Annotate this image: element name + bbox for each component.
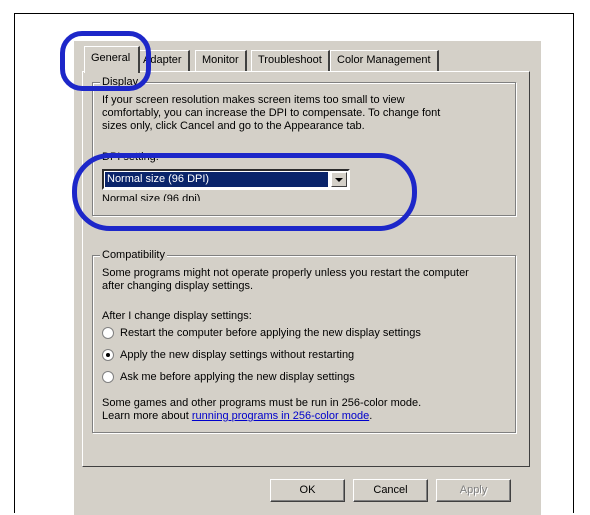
radio-apply-button[interactable] <box>102 349 114 361</box>
after-change-label: After I change display settings: <box>102 310 252 322</box>
radio-restart-button[interactable] <box>102 327 114 339</box>
highlight-dpi-setting <box>72 153 417 231</box>
display-properties-dialog: Adapter Monitor Troubleshoot Color Manag… <box>73 40 541 515</box>
compatibility-description: Some programs might not operate properly… <box>102 267 469 292</box>
learn-more-link[interactable]: running programs in 256-color mode <box>192 410 369 422</box>
tab-page-general: Display If your screen resolution makes … <box>82 71 530 467</box>
ok-button[interactable]: OK <box>270 479 345 502</box>
tab-color-management[interactable]: Color Management <box>330 50 439 71</box>
radio-ask-button[interactable] <box>102 371 114 383</box>
tab-monitor[interactable]: Monitor <box>195 50 247 71</box>
tab-troubleshoot[interactable]: Troubleshoot <box>251 50 330 71</box>
tab-general[interactable]: General <box>84 46 140 73</box>
compatibility-footer: Some games and other programs must be ru… <box>102 397 422 422</box>
compatibility-group-legend: Compatibility <box>100 249 167 261</box>
cancel-button[interactable]: Cancel <box>353 479 428 502</box>
compatibility-group: Compatibility Some programs might not op… <box>92 249 516 433</box>
apply-button: Apply <box>436 479 511 502</box>
display-description: If your screen resolution makes screen i… <box>102 94 441 132</box>
